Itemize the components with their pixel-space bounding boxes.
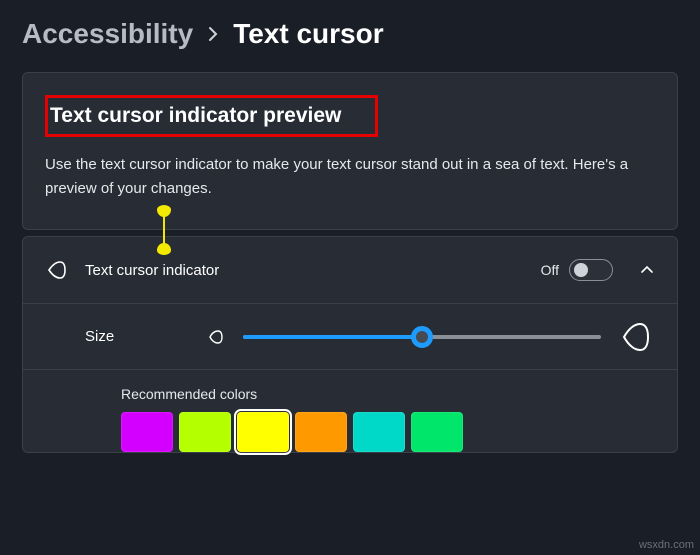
- indicator-label: Text cursor indicator: [85, 262, 219, 279]
- color-swatch-green[interactable]: [411, 412, 463, 452]
- cursor-drop-icon: [45, 260, 79, 280]
- slider-fill: [243, 335, 422, 339]
- color-swatch-lime[interactable]: [179, 412, 231, 452]
- color-swatch-yellow[interactable]: [237, 412, 289, 452]
- color-swatch-orange[interactable]: [295, 412, 347, 452]
- cursor-drop-large-icon: [617, 322, 655, 352]
- watermark: wsxdn.com: [639, 539, 694, 551]
- preview-title: Text cursor indicator preview: [50, 104, 341, 128]
- recommended-colors-label: Recommended colors: [121, 386, 257, 402]
- chevron-right-icon: [207, 26, 219, 42]
- color-swatch-magenta[interactable]: [121, 412, 173, 452]
- breadcrumb: Accessibility Text cursor: [22, 18, 678, 50]
- preview-title-highlight: Text cursor indicator preview: [45, 95, 378, 137]
- settings-panel: Text cursor indicator Off Size: [22, 236, 678, 453]
- colors-row: Recommended colors: [23, 369, 677, 452]
- indicator-toggle[interactable]: [569, 259, 613, 281]
- preview-description: Use the text cursor indicator to make yo…: [45, 153, 655, 201]
- size-label: Size: [85, 328, 145, 345]
- color-swatch-cyan[interactable]: [353, 412, 405, 452]
- toggle-knob: [574, 263, 588, 277]
- chevron-up-icon[interactable]: [639, 262, 655, 278]
- cursor-drop-small-icon: [205, 328, 227, 346]
- toggle-state-label: Off: [541, 262, 559, 278]
- text-cursor-indicator-row[interactable]: Text cursor indicator Off: [23, 237, 677, 303]
- color-swatch-list: [121, 412, 463, 452]
- breadcrumb-parent[interactable]: Accessibility: [22, 18, 193, 50]
- preview-panel: Text cursor indicator preview Use the te…: [22, 72, 678, 230]
- size-row: Size: [23, 303, 677, 369]
- size-slider[interactable]: [243, 326, 601, 348]
- breadcrumb-current: Text cursor: [233, 18, 383, 50]
- slider-thumb[interactable]: [411, 326, 433, 348]
